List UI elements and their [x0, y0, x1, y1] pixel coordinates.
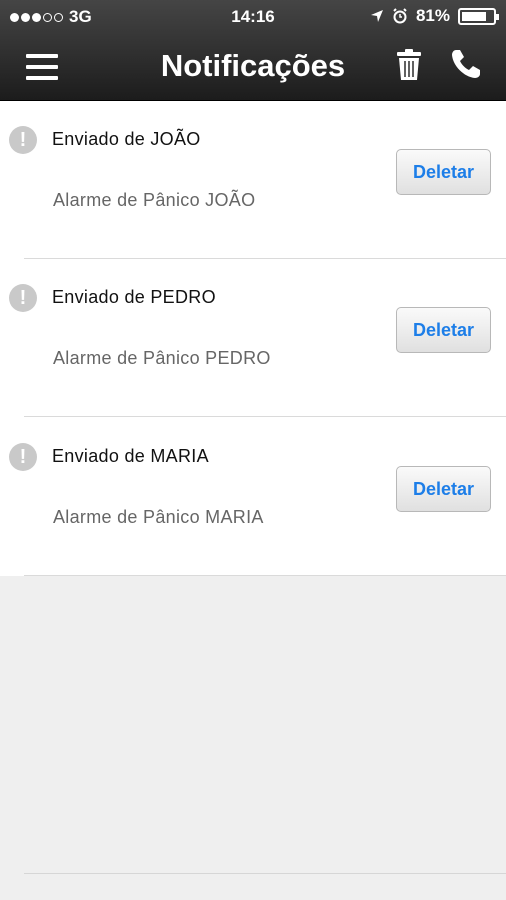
- trash-icon: [397, 49, 421, 80]
- delete-button[interactable]: Deletar: [396, 149, 491, 195]
- delete-button[interactable]: Deletar: [396, 307, 491, 353]
- status-right: 81%: [370, 6, 499, 26]
- alert-icon: !: [9, 126, 37, 154]
- top-bar: 3G 14:16 81% Notificações: [0, 0, 506, 101]
- notification-item: ! Enviado de MARIA Alarme de Pânico MARI…: [0, 418, 506, 576]
- battery-icon: [458, 7, 499, 25]
- notification-title: Enviado de MARIA: [52, 446, 209, 466]
- phone-button[interactable]: [448, 46, 484, 82]
- alarm-clock-icon: [393, 8, 407, 24]
- trash-button[interactable]: [394, 48, 424, 82]
- alert-icon: !: [9, 443, 37, 471]
- notification-list: ! Enviado de JOÃO Alarme de Pânico JOÃO …: [0, 101, 506, 576]
- navigation-bar: Notificações: [0, 36, 506, 100]
- notification-item: ! Enviado de PEDRO Alarme de Pânico PEDR…: [0, 259, 506, 417]
- battery-percent: 81%: [415, 6, 450, 25]
- alert-icon: !: [9, 284, 37, 312]
- delete-button[interactable]: Deletar: [396, 466, 491, 512]
- location-arrow-icon: [370, 10, 383, 22]
- notification-message: Alarme de Pânico PEDRO: [53, 348, 271, 368]
- notification-title: Enviado de JOÃO: [52, 129, 201, 149]
- bottom-divider: [24, 873, 506, 874]
- notification-title: Enviado de PEDRO: [52, 287, 216, 307]
- notification-message: Alarme de Pânico JOÃO: [53, 190, 256, 210]
- status-bar: 3G 14:16 81%: [0, 0, 506, 34]
- notification-item: ! Enviado de JOÃO Alarme de Pânico JOÃO …: [0, 101, 506, 259]
- notification-message: Alarme de Pânico MARIA: [53, 507, 264, 527]
- phone-icon: [452, 50, 480, 78]
- page-title: Notificações: [160, 48, 346, 83]
- row-divider: [24, 416, 506, 417]
- row-divider: [24, 575, 506, 576]
